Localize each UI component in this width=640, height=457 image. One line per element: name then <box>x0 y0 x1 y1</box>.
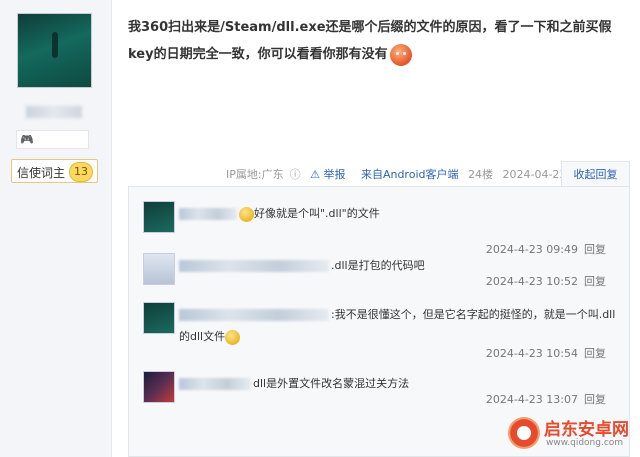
help-icon[interactable]: ⓘ <box>290 168 301 181</box>
watermark-url: www.qidong.com <box>546 438 624 448</box>
level-title: 信使词主 <box>17 166 66 180</box>
watermark-logo-icon <box>508 417 540 449</box>
reply-username-blurred[interactable] <box>179 260 329 272</box>
reply-avatar[interactable] <box>143 371 175 403</box>
reply-button[interactable]: 回复 <box>584 347 606 360</box>
reply-meta: 2024-4-23 13:07 回复 <box>486 391 606 407</box>
reply-button[interactable]: 回复 <box>584 393 606 406</box>
level-badge[interactable]: 信使词主 13 <box>11 159 98 183</box>
emoji-icon <box>239 206 254 222</box>
post-meta: IP属地:广东 ⓘ ⚠ 举报 来自Android客户端 24楼 2024-04-2… <box>226 166 608 184</box>
grin-emoji-icon <box>389 43 412 66</box>
reply-content: :我不是很懂这个，但是它名字起的挺怪的，就是一个叫.dll的dll文件 <box>179 308 616 345</box>
author-sidebar: 🎮 信使词主 13 <box>0 0 112 457</box>
site-watermark: 启东安卓网 www.qidong.com <box>508 413 638 453</box>
gamepad-icon: 🎮 <box>20 133 34 146</box>
reply-meta: 2024-4-23 10:52 回复 <box>486 273 606 289</box>
watermark-title: 启东安卓网 <box>544 420 629 440</box>
reply-avatar[interactable] <box>143 302 175 334</box>
reply-content: 好像就是个叫".dll"的文件 <box>179 203 617 225</box>
reply-username-blurred[interactable] <box>179 208 237 220</box>
reply-username-blurred[interactable] <box>179 378 251 390</box>
reply-meta: 2024-4-23 10:54 回复 <box>486 345 606 361</box>
floor-number: 24楼 <box>467 168 493 181</box>
client-source-link[interactable]: 来自Android客户端 <box>361 168 459 181</box>
list-item: :我不是很懂这个，但是它名字起的挺怪的，就是一个叫.dll的dll文件 2024… <box>143 302 618 372</box>
fan-badge[interactable]: 🎮 <box>16 130 89 149</box>
author-name-blurred[interactable] <box>26 106 82 118</box>
author-avatar[interactable] <box>17 13 92 88</box>
post-text: 我360扫出来是/Steam/dll.exe还是哪个后缀的文件的原因，看了一下和… <box>128 20 612 62</box>
reply-avatar[interactable] <box>143 253 175 285</box>
reply-time: 2024-4-23 10:52 <box>485 275 578 288</box>
reply-time: 2024-4-23 10:54 <box>485 347 578 360</box>
reply-time: 2024-4-23 13:07 <box>485 393 578 406</box>
reply-button[interactable]: 回复 <box>584 275 606 288</box>
emoji-icon <box>225 329 241 345</box>
reply-avatar[interactable] <box>143 201 175 233</box>
ip-location: IP属地:广东 <box>226 168 284 181</box>
level-number: 13 <box>69 162 93 182</box>
reply-username-blurred[interactable] <box>179 309 329 321</box>
collapse-replies-button[interactable]: 收起回复 <box>561 161 630 187</box>
list-item: 好像就是个叫".dll"的文件 2024-4-23 09:49 回复 <box>143 201 618 261</box>
report-link[interactable]: ⚠ 举报 <box>310 168 351 181</box>
post-content: 我360扫出来是/Steam/dll.exe还是哪个后缀的文件的原因，看了一下和… <box>128 14 628 68</box>
